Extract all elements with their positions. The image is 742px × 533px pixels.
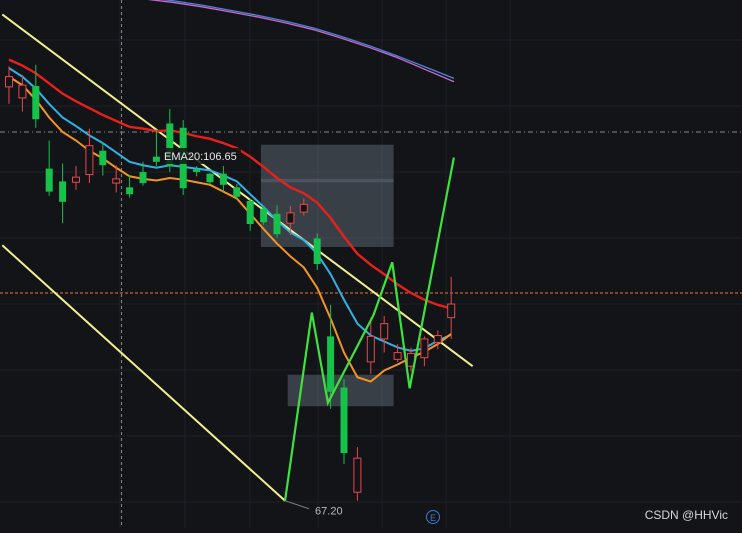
candle-body [313,238,321,264]
candle-body [233,187,241,197]
candle [246,198,254,231]
candle-body [45,168,53,192]
candle-body [340,387,348,454]
candlestick-chart: EMA20:106.65 67.20 [0,0,742,528]
candle-body [5,76,13,88]
candle [420,336,429,367]
candle-body [59,181,67,202]
candle [447,276,456,339]
candle [152,129,160,167]
candle [45,140,53,196]
candle [72,166,80,190]
candle-body [366,335,375,363]
channel-lower-line [1,244,286,502]
trend-channel [1,13,474,502]
candle-body [420,338,429,359]
watermark: CSDN @HHVic [644,508,728,522]
event-e-icon[interactable]: E [426,510,440,524]
candle-body [112,178,121,184]
candles [5,64,456,501]
candle-body [99,150,107,166]
candle-body [139,172,147,184]
candle-body [260,208,268,223]
candle-body [353,457,362,493]
candle-body [126,187,134,195]
ema-label: EMA20:106.65 [164,151,237,163]
candle-body [72,176,80,183]
candle [260,206,268,225]
candle-body [380,323,389,340]
candle-body [433,335,442,343]
candle [99,142,107,176]
candle-body [152,156,160,162]
candle-body [206,173,214,183]
candle [5,66,13,104]
candle-body [246,200,254,224]
candle-body [219,173,227,185]
candle-body [18,84,27,99]
low-price-label: 67.20 [315,506,343,518]
candle-body [85,145,94,176]
candle-body [273,213,281,235]
chart-svg: EMA20:106.65 67.20 [0,0,742,528]
ema-long-blue-line [161,0,455,79]
candle-body [193,169,201,173]
candle-body [32,86,40,120]
candle [126,175,134,198]
candle [340,378,348,465]
candle [353,447,362,501]
candle-body [393,352,402,360]
candle [206,172,214,184]
candle [219,166,227,192]
candle [313,233,321,270]
candle-body [286,212,295,224]
ema-long-pink-line [147,0,455,83]
zone-upper [260,144,394,247]
candle-body [447,303,456,319]
candle-body [299,203,308,213]
candle-body [327,336,335,392]
